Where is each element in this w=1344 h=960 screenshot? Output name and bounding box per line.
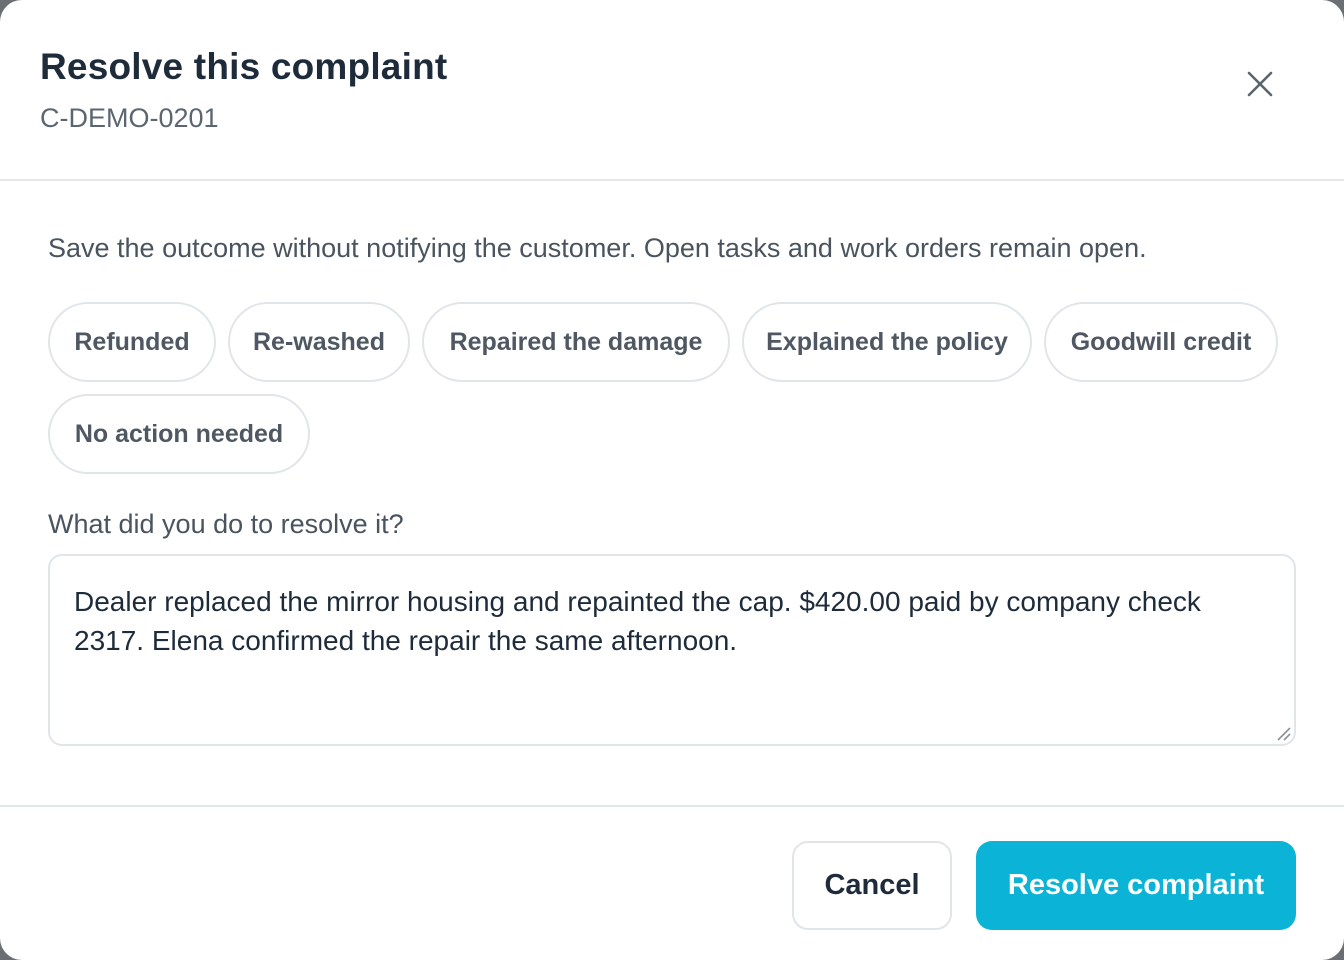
resize-handle-icon[interactable] — [1274, 724, 1292, 742]
resolution-text: Dealer replaced the mirror housing and r… — [74, 586, 1201, 656]
outcome-chip-no-action[interactable]: No action needed — [48, 394, 310, 474]
dialog-title: Resolve this complaint — [40, 46, 448, 87]
outcome-chip-explained-policy[interactable]: Explained the policy — [742, 302, 1032, 382]
outcome-chip-repaired-damage[interactable]: Repaired the damage — [422, 302, 730, 382]
outcome-chip-re-washed[interactable]: Re-washed — [228, 302, 410, 382]
dialog-body: Save the outcome without notifying the c… — [0, 183, 1344, 805]
close-icon — [1247, 71, 1273, 97]
resolution-label: What did you do to resolve it? — [48, 509, 404, 539]
dialog-footer: Cancel Resolve complaint — [0, 805, 1344, 960]
complaint-id: C-DEMO-0201 — [40, 103, 219, 133]
cancel-button[interactable]: Cancel — [792, 841, 952, 930]
close-button[interactable] — [1232, 56, 1288, 112]
dialog-header: Resolve this complaint C-DEMO-0201 — [0, 0, 1344, 181]
resolution-textarea[interactable]: Dealer replaced the mirror housing and r… — [48, 554, 1296, 746]
dialog-description: Save the outcome without notifying the c… — [48, 233, 1147, 263]
resolve-complaint-dialog: Resolve this complaint C-DEMO-0201 Save … — [0, 0, 1344, 960]
resolve-complaint-button[interactable]: Resolve complaint — [976, 841, 1296, 930]
outcome-chip-goodwill-credit[interactable]: Goodwill credit — [1044, 302, 1278, 382]
outcome-chip-refunded[interactable]: Refunded — [48, 302, 216, 382]
